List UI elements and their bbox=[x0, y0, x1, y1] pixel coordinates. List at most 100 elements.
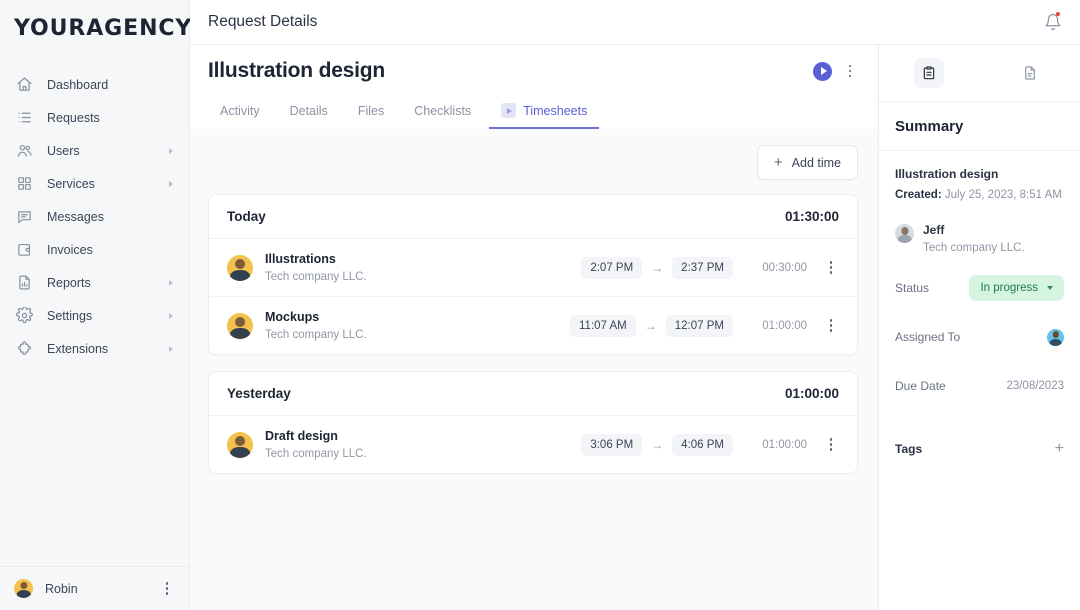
sidebar-item-label: Extensions bbox=[47, 341, 109, 356]
tags-row: Tags + bbox=[895, 441, 1064, 457]
chevron-down-icon bbox=[1047, 286, 1053, 291]
add-time-button[interactable]: + Add time bbox=[756, 145, 858, 180]
sidebar-item-reports[interactable]: Reports bbox=[0, 266, 189, 299]
status-badge[interactable]: In progress bbox=[969, 275, 1064, 302]
entry-menu-icon[interactable] bbox=[823, 319, 839, 332]
entry-meta: Mockups Tech company LLC. bbox=[265, 310, 570, 341]
entry-end-time[interactable]: 2:37 PM bbox=[672, 256, 733, 279]
sidebar-item-invoices[interactable]: Invoices bbox=[0, 233, 189, 266]
entry-company: Tech company LLC. bbox=[265, 329, 367, 341]
tab-files[interactable]: Files bbox=[346, 98, 396, 129]
entry-end-time[interactable]: 12:07 PM bbox=[665, 314, 733, 337]
summary-title: Summary bbox=[879, 102, 1080, 151]
owner-name: Jeff bbox=[923, 223, 945, 238]
summary-owner: Jeff Tech company LLC. bbox=[895, 223, 1064, 254]
owner-company: Tech company LLC. bbox=[923, 242, 1025, 255]
status-value: In progress bbox=[980, 282, 1038, 295]
tab-bar: Activity Details Files Checklists Timesheets bbox=[208, 97, 858, 129]
entry-menu-icon[interactable] bbox=[823, 438, 839, 451]
entry-times: 3:06 PM → 4:06 PM bbox=[581, 433, 733, 456]
owner-text: Jeff Tech company LLC. bbox=[923, 223, 1025, 254]
entry-times: 2:07 PM → 2:37 PM bbox=[581, 256, 733, 279]
request-menu-icon[interactable] bbox=[842, 64, 858, 78]
tab-label: Files bbox=[357, 104, 385, 118]
plus-icon: + bbox=[773, 154, 783, 171]
timesheet-group-card: Today 01:30:00 Illustrations Tech company L… bbox=[208, 194, 858, 355]
sidebar: YOURAGENCY Dashboard Requests Users Service… bbox=[0, 0, 193, 610]
created-value: July 25, 2023, 8:51 AM bbox=[944, 189, 1062, 201]
entry-start-time[interactable]: 3:06 PM bbox=[581, 433, 643, 456]
sidebar-item-services[interactable]: Services bbox=[0, 167, 189, 200]
entry-duration: 01:00:00 bbox=[762, 319, 807, 332]
home-icon bbox=[14, 75, 34, 95]
summary-created: Created: July 25, 2023, 8:51 AM bbox=[895, 187, 1064, 203]
wallet-icon bbox=[14, 240, 34, 260]
tab-summary-document[interactable] bbox=[980, 58, 1080, 88]
page-title: Request Details bbox=[208, 13, 318, 30]
main-scroll-area: + Add time Today 01:30:00 Illustrations Tec… bbox=[190, 129, 878, 610]
timesheet-row[interactable]: Illustrations Tech company LLC. 2:07 PM → 2:… bbox=[209, 239, 857, 296]
tab-label: Activity bbox=[220, 104, 260, 118]
notification-bell-icon[interactable] bbox=[1042, 11, 1064, 33]
assigned-label: Assigned To bbox=[895, 330, 961, 345]
created-label: Created: bbox=[895, 189, 942, 201]
start-timer-button[interactable] bbox=[813, 61, 832, 81]
tab-label: Checklists bbox=[414, 104, 472, 118]
summary-request-name: Illustration design bbox=[895, 167, 999, 181]
group-header: Yesterday 01:00:00 bbox=[209, 372, 857, 416]
sidebar-item-requests[interactable]: Requests bbox=[0, 101, 189, 134]
chevron-right-icon bbox=[169, 180, 173, 187]
sidebar-item-users[interactable]: Users bbox=[0, 134, 189, 167]
sidebar-user-footer[interactable]: Robin bbox=[0, 566, 189, 610]
tab-timesheets[interactable]: Timesheets bbox=[489, 97, 600, 129]
tab-checklists[interactable]: Checklists bbox=[402, 98, 483, 129]
tab-label: Timesheets bbox=[523, 103, 588, 118]
timesheet-row[interactable]: Draft design Tech company LLC. 3:06 PM → 4:0… bbox=[209, 416, 857, 473]
summary-tab-bar bbox=[879, 45, 1080, 102]
sidebar-item-label: Dashboard bbox=[47, 77, 109, 92]
app-logo: YOURAGENCY bbox=[14, 16, 193, 41]
entry-start-time[interactable]: 11:07 AM bbox=[570, 314, 636, 337]
group-header: Today 01:30:00 bbox=[209, 195, 857, 239]
status-label: Status bbox=[895, 281, 930, 296]
entry-meta: Illustrations Tech company LLC. bbox=[265, 252, 581, 283]
field-due-date: Due Date 23/08/2023 bbox=[895, 371, 1064, 401]
timesheet-row[interactable]: Mockups Tech company LLC. 11:07 AM → 12:07 P… bbox=[209, 296, 857, 354]
sidebar-item-dashboard[interactable]: Dashboard bbox=[0, 68, 189, 101]
tab-activity[interactable]: Activity bbox=[208, 98, 272, 129]
sidebar-user-menu-icon[interactable] bbox=[159, 582, 175, 595]
assignee-avatar[interactable] bbox=[1047, 328, 1064, 346]
chevron-right-icon bbox=[169, 345, 173, 352]
add-time-label: Add time bbox=[791, 155, 841, 170]
entry-menu-icon[interactable] bbox=[823, 261, 839, 274]
entry-title: Illustrations bbox=[265, 252, 336, 266]
tab-play-icon bbox=[501, 103, 517, 118]
tab-summary-clipboard[interactable] bbox=[879, 58, 980, 88]
entry-end-time[interactable]: 4:06 PM bbox=[672, 433, 733, 456]
chat-icon bbox=[14, 207, 34, 227]
entry-start-time[interactable]: 2:07 PM bbox=[581, 256, 643, 279]
avatar bbox=[227, 312, 253, 339]
notification-badge-dot bbox=[1056, 12, 1060, 16]
arrow-right-icon: → bbox=[651, 437, 664, 452]
entry-title: Draft design bbox=[265, 429, 338, 443]
entry-duration: 01:00:00 bbox=[762, 438, 807, 451]
entry-times: 11:07 AM → 12:07 PM bbox=[570, 314, 733, 337]
sidebar-item-messages[interactable]: Messages bbox=[0, 200, 189, 233]
tags-label: Tags bbox=[895, 442, 923, 457]
sidebar-item-label: Users bbox=[47, 143, 80, 158]
sidebar-item-extensions[interactable]: Extensions bbox=[0, 332, 189, 365]
add-tag-icon[interactable]: + bbox=[1055, 441, 1064, 457]
sidebar-item-label: Services bbox=[47, 176, 95, 191]
users-icon bbox=[14, 141, 34, 161]
due-date-label: Due Date bbox=[895, 379, 946, 394]
entry-company: Tech company LLC. bbox=[265, 448, 367, 460]
entry-meta: Draft design Tech company LLC. bbox=[265, 429, 581, 460]
list-icon bbox=[14, 108, 34, 128]
tab-details[interactable]: Details bbox=[278, 98, 340, 129]
due-date-value[interactable]: 23/08/2023 bbox=[1006, 380, 1064, 392]
field-assigned-to: Assigned To bbox=[895, 322, 1064, 352]
avatar bbox=[227, 431, 253, 458]
sidebar-item-settings[interactable]: Settings bbox=[0, 299, 189, 332]
chevron-right-icon bbox=[169, 279, 173, 286]
